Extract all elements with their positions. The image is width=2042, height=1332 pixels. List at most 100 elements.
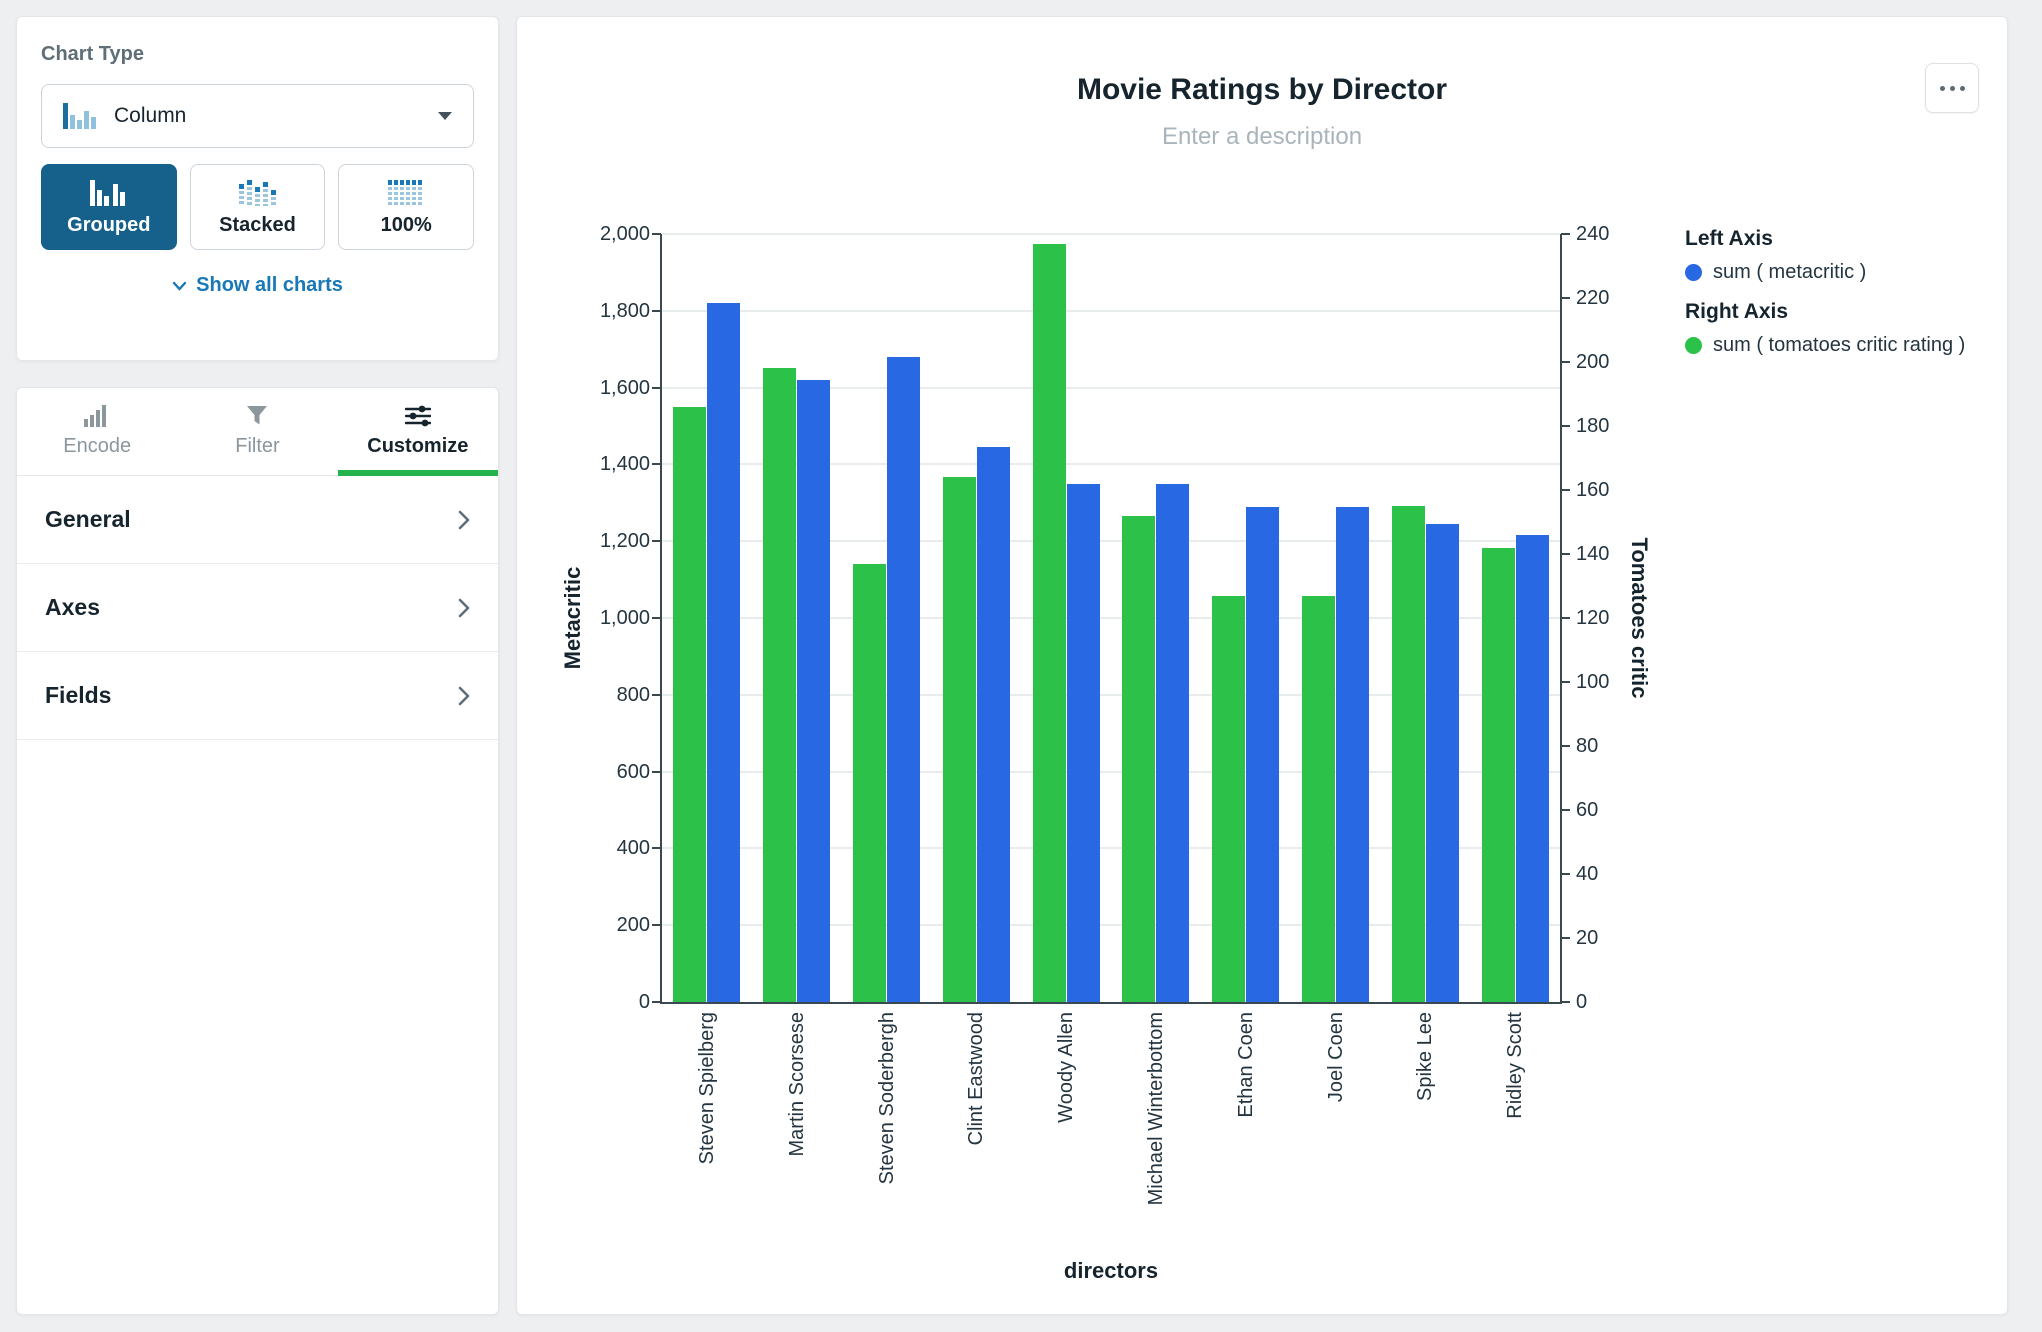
- bar-mode-group: Grouped Stacked 100%: [41, 164, 475, 250]
- x-axis-tick-label: Joel Coen: [1324, 1012, 1347, 1103]
- bar-metacritic-2[interactable]: [887, 356, 920, 1002]
- bar-tomatoes-5[interactable]: [1122, 515, 1156, 1002]
- tab-encode-label: Encode: [63, 435, 132, 457]
- left-axis-tick-label: 1,200: [599, 530, 650, 553]
- stacked-mode-label: Stacked: [219, 213, 296, 236]
- left-axis-tick-label: 1,600: [599, 376, 650, 399]
- chevron-down-icon: [172, 281, 187, 291]
- legend-item-tomatoes[interactable]: sum ( tomatoes critic rating ): [1685, 334, 1965, 357]
- show-all-charts-label: Show all charts: [196, 274, 343, 296]
- bar-tomatoes-0[interactable]: [673, 406, 707, 1002]
- bar-metacritic-4[interactable]: [1066, 483, 1100, 1002]
- right-axis-tick: [1561, 617, 1570, 619]
- x-axis-title: directors: [1063, 1258, 1159, 1283]
- chart-legend: Left Axis sum ( metacritic ) Right Axis …: [1685, 227, 1965, 365]
- chart-type-panel: Chart Type Column Grouped Stacked 100% S…: [16, 16, 499, 361]
- chart-type-heading: Chart Type: [41, 43, 144, 65]
- legend-dot-metacritic: [1685, 264, 1702, 281]
- chevron-right-icon: [458, 598, 470, 617]
- right-axis-tick-label: 180: [1576, 415, 1610, 437]
- left-axis-tick-label: 2,000: [599, 223, 650, 245]
- tab-customize[interactable]: Customize: [337, 388, 499, 476]
- gridline: [662, 309, 1560, 312]
- tab-customize-label: Customize: [367, 435, 469, 457]
- chevron-right-icon: [458, 686, 470, 705]
- bar-metacritic-8[interactable]: [1425, 523, 1459, 1002]
- stacked-mode-button[interactable]: Stacked: [189, 164, 326, 250]
- legend-left-axis-title: Left Axis: [1685, 227, 1773, 250]
- right-axis-tick: [1561, 809, 1570, 811]
- right-axis-tick-label: 160: [1576, 479, 1610, 501]
- legend-right-axis-title: Right Axis: [1685, 300, 1789, 323]
- grouped-bars-icon: [89, 179, 125, 206]
- x-axis-tick-label: Ethan Coen: [1234, 1012, 1257, 1118]
- right-axis-tick: [1561, 297, 1570, 299]
- chart-type-dropdown[interactable]: Column: [41, 84, 474, 148]
- left-axis-tick-label: 200: [616, 914, 650, 937]
- bar-tomatoes-3[interactable]: [942, 477, 976, 1002]
- x-axis-tick-label: Spike Lee: [1414, 1012, 1437, 1101]
- bar-metacritic-0[interactable]: [707, 303, 741, 1002]
- left-axis-tick-label: 800: [616, 683, 650, 706]
- bar-tomatoes-2[interactable]: [853, 563, 886, 1002]
- x-axis-tick-label: Woody Allen: [1055, 1012, 1078, 1123]
- filter-funnel-icon: [247, 406, 268, 425]
- x-axis-line: [660, 1002, 1562, 1004]
- bar-metacritic-7[interactable]: [1336, 506, 1369, 1002]
- hundred-percent-mode-button[interactable]: 100%: [338, 164, 475, 250]
- right-axis-tick: [1561, 1001, 1570, 1003]
- chevron-right-icon: [458, 510, 470, 529]
- legend-item-metacritic[interactable]: sum ( metacritic ): [1685, 261, 1965, 284]
- right-axis-tick-label: 80: [1576, 735, 1599, 757]
- stacked-bars-icon: [238, 179, 276, 206]
- right-axis-tick-label: 20: [1576, 927, 1599, 949]
- bar-tomatoes-9[interactable]: [1481, 547, 1515, 1002]
- left-axis-title: Metacritic: [560, 566, 585, 670]
- x-axis-tick-label: Steven Soderbergh: [875, 1012, 898, 1185]
- chart-type-selected-value: Column: [114, 104, 187, 127]
- tab-filter-label: Filter: [235, 435, 280, 457]
- x-axis-tick-label: Michael Winterbottom: [1144, 1012, 1167, 1206]
- right-axis-tick: [1561, 489, 1570, 491]
- legend-dot-tomatoes: [1685, 337, 1702, 354]
- left-axis-tick-label: 400: [616, 837, 650, 860]
- section-axes-label: Axes: [45, 594, 100, 620]
- left-axis-line: [660, 234, 662, 1004]
- tab-encode[interactable]: Encode: [17, 388, 177, 475]
- bar-tomatoes-1[interactable]: [763, 368, 797, 1002]
- right-axis-title: Tomatoes critic: [1627, 537, 1652, 699]
- section-general[interactable]: General: [17, 476, 498, 564]
- section-axes[interactable]: Axes: [17, 564, 498, 652]
- encode-bars-icon: [84, 405, 107, 427]
- section-fields[interactable]: Fields: [17, 652, 498, 740]
- grouped-mode-label: Grouped: [67, 213, 151, 236]
- show-all-charts-link[interactable]: Show all charts: [41, 274, 474, 297]
- bar-tomatoes-4[interactable]: [1032, 243, 1066, 1002]
- bar-metacritic-3[interactable]: [976, 447, 1010, 1002]
- left-axis-tick-label: 0: [638, 991, 650, 1013]
- tab-filter[interactable]: Filter: [177, 388, 337, 475]
- right-axis-tick: [1561, 937, 1570, 939]
- right-axis-tick: [1561, 425, 1570, 427]
- right-axis-tick: [1561, 745, 1570, 747]
- x-axis-tick-label: Ridley Scott: [1504, 1012, 1527, 1119]
- section-fields-label: Fields: [45, 682, 112, 708]
- bar-metacritic-6[interactable]: [1246, 506, 1280, 1002]
- left-axis-tick-label: 1,400: [599, 453, 650, 476]
- customize-sliders-icon: [404, 405, 431, 427]
- bar-metacritic-1[interactable]: [797, 379, 831, 1002]
- bar-tomatoes-6[interactable]: [1212, 595, 1246, 1002]
- bar-tomatoes-8[interactable]: [1391, 506, 1425, 1002]
- column-chart-icon: [63, 103, 96, 129]
- x-axis-tick-label: Steven Spielberg: [695, 1012, 718, 1165]
- settings-tabs: Encode Filter Customize: [17, 388, 499, 476]
- bar-metacritic-5[interactable]: [1156, 483, 1190, 1002]
- grouped-mode-button[interactable]: Grouped: [41, 164, 177, 250]
- right-axis-tick-label: 200: [1576, 351, 1610, 373]
- chart-plot-area: 0 200 400 600 800 1,000 1,200 1,400 1,600 1,800 2,…: [517, 17, 2007, 1314]
- right-axis-tick: [1561, 233, 1570, 235]
- right-axis-tick: [1561, 681, 1570, 683]
- bar-metacritic-9[interactable]: [1515, 535, 1549, 1002]
- section-general-label: General: [45, 506, 131, 532]
- bar-tomatoes-7[interactable]: [1302, 595, 1335, 1002]
